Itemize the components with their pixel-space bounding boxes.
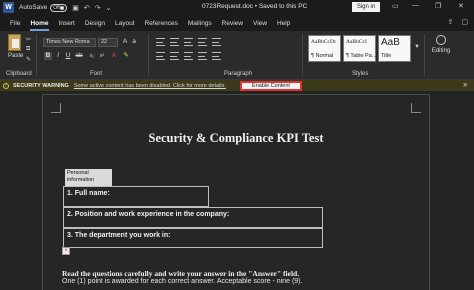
scoring-text: One (1) point is awarded for each correc… bbox=[62, 278, 303, 285]
style-sample: AaB bbox=[381, 37, 400, 48]
redo-icon[interactable]: ↷ bbox=[95, 4, 101, 12]
align-left-icon[interactable] bbox=[156, 52, 165, 60]
info-icon: ! bbox=[3, 82, 9, 89]
style-sample: AaBbCcDc bbox=[311, 39, 337, 45]
font-color-button[interactable]: A bbox=[110, 52, 118, 60]
tab-view[interactable]: View bbox=[253, 20, 267, 27]
tab-design[interactable]: Design bbox=[85, 20, 105, 27]
restore-icon[interactable]: ❐ bbox=[435, 2, 441, 10]
superscript-button[interactable]: x² bbox=[98, 52, 106, 60]
ribbon-tabs: File Home Insert Design Layout Reference… bbox=[0, 15, 474, 31]
full-name-field[interactable]: 1. Full name: bbox=[63, 186, 209, 207]
numbering-icon[interactable] bbox=[170, 38, 179, 46]
autosave-label: AutoSave bbox=[19, 4, 48, 11]
style-table-paragraph[interactable]: AaBbCcI ¶ Table Pa... bbox=[343, 35, 376, 62]
bullets-icon[interactable] bbox=[156, 38, 165, 46]
style-normal[interactable]: AaBbCcDc ¶ Normal bbox=[308, 35, 341, 62]
editing-label: Editing bbox=[431, 48, 451, 54]
ribbon-display-icon[interactable]: ▭ bbox=[392, 2, 399, 10]
underline-button[interactable]: U bbox=[64, 52, 72, 60]
save-icon[interactable]: ▣ bbox=[72, 4, 79, 12]
personal-info-tag: Personal information bbox=[65, 169, 112, 186]
font-size-select[interactable]: 22 bbox=[98, 38, 118, 47]
department-field[interactable]: 3. The department you work in: bbox=[63, 228, 323, 248]
close-icon[interactable]: ✕ bbox=[458, 2, 464, 10]
tab-references[interactable]: References bbox=[145, 20, 178, 27]
document-title: 0723Request.doc • Saved to this PC bbox=[202, 3, 308, 10]
style-title[interactable]: AaB Title bbox=[378, 35, 411, 62]
customize-toolbar-icon[interactable]: ⌄ bbox=[106, 4, 112, 12]
security-warning-title: SECURITY WARNING bbox=[13, 82, 69, 89]
title-bar: W AutoSave Off ▣ ↶ ↷ ⌄ 0723Request.doc •… bbox=[0, 0, 474, 15]
comments-icon[interactable]: ▢ bbox=[461, 18, 468, 26]
shrink-font-icon[interactable]: a bbox=[130, 38, 138, 46]
document-heading: Security & Compliance KPI Test bbox=[148, 131, 324, 145]
find-icon bbox=[436, 35, 446, 45]
format-painter-icon[interactable]: ✎ bbox=[26, 56, 31, 63]
group-label-clipboard: Clipboard bbox=[6, 71, 32, 77]
style-name: Title bbox=[381, 53, 392, 59]
justify-icon[interactable] bbox=[198, 52, 207, 60]
document-area[interactable]: Security & Compliance KPI Test Personal … bbox=[0, 91, 474, 290]
undo-icon[interactable]: ↶ bbox=[84, 4, 90, 12]
style-name: ¶ Normal bbox=[311, 53, 334, 59]
paste-label[interactable]: Paste bbox=[8, 53, 23, 59]
group-label-font: Font bbox=[90, 71, 103, 77]
grow-font-icon[interactable]: A bbox=[121, 38, 129, 46]
tab-home[interactable]: Home bbox=[30, 20, 49, 31]
editing-button[interactable]: Editing bbox=[430, 35, 452, 54]
tab-insert[interactable]: Insert bbox=[59, 20, 75, 27]
broken-image-icon: × bbox=[62, 247, 70, 255]
group-label-paragraph: Paragraph bbox=[224, 71, 253, 77]
tab-mailings[interactable]: Mailings bbox=[188, 20, 212, 27]
security-warning-bar: ! SECURITY WARNING Some active content h… bbox=[0, 80, 474, 91]
enable-content-button[interactable]: Enable Content bbox=[240, 80, 302, 91]
line-spacing-icon[interactable] bbox=[212, 52, 221, 60]
styles-gallery-more-icon[interactable]: ▾ bbox=[413, 43, 421, 51]
align-right-icon[interactable] bbox=[184, 52, 193, 60]
autosave-toggle[interactable]: Off bbox=[50, 3, 68, 12]
close-icon[interactable]: ✕ bbox=[463, 81, 468, 89]
tab-review[interactable]: Review bbox=[222, 20, 243, 27]
share-icon[interactable]: ⇪ bbox=[448, 18, 454, 26]
ribbon: Paste ✂ ⧉ ✎ Times New Roma 22 A a B I U … bbox=[0, 31, 474, 80]
strikethrough-button[interactable]: ab bbox=[75, 52, 83, 60]
bold-button[interactable]: B bbox=[44, 52, 52, 60]
italic-button[interactable]: I bbox=[54, 52, 62, 60]
align-center-icon[interactable] bbox=[170, 52, 179, 60]
subscript-button[interactable]: x₂ bbox=[88, 52, 96, 60]
sign-in-button[interactable]: Sign in bbox=[352, 2, 380, 12]
multilevel-list-icon[interactable] bbox=[184, 38, 193, 46]
margin-mark bbox=[411, 103, 421, 113]
tab-help[interactable]: Help bbox=[277, 20, 290, 27]
decrease-indent-icon[interactable] bbox=[198, 38, 207, 46]
group-label-styles: Styles bbox=[352, 71, 369, 77]
font-name-select[interactable]: Times New Roma bbox=[43, 38, 96, 47]
cut-icon[interactable]: ✂ bbox=[26, 36, 31, 43]
tab-file[interactable]: File bbox=[10, 20, 20, 27]
document-page[interactable]: Security & Compliance KPI Test Personal … bbox=[42, 94, 430, 290]
instruction-text: Read the questions carefully and write y… bbox=[62, 269, 300, 278]
style-sample: AaBbCcI bbox=[346, 39, 367, 45]
tab-layout[interactable]: Layout bbox=[115, 20, 135, 27]
position-field[interactable]: 2. Position and work experience in the c… bbox=[63, 207, 323, 228]
minimize-icon[interactable]: — bbox=[412, 2, 419, 9]
word-logo: W bbox=[3, 2, 14, 13]
highlight-button[interactable]: ✎ bbox=[122, 52, 130, 60]
security-warning-link[interactable]: Some active content has been disabled. C… bbox=[74, 83, 226, 89]
increase-indent-icon[interactable] bbox=[212, 38, 221, 46]
style-name: ¶ Table Pa... bbox=[346, 53, 377, 59]
copy-icon[interactable]: ⧉ bbox=[26, 46, 30, 53]
paste-icon[interactable] bbox=[8, 34, 21, 51]
margin-mark bbox=[51, 103, 61, 113]
